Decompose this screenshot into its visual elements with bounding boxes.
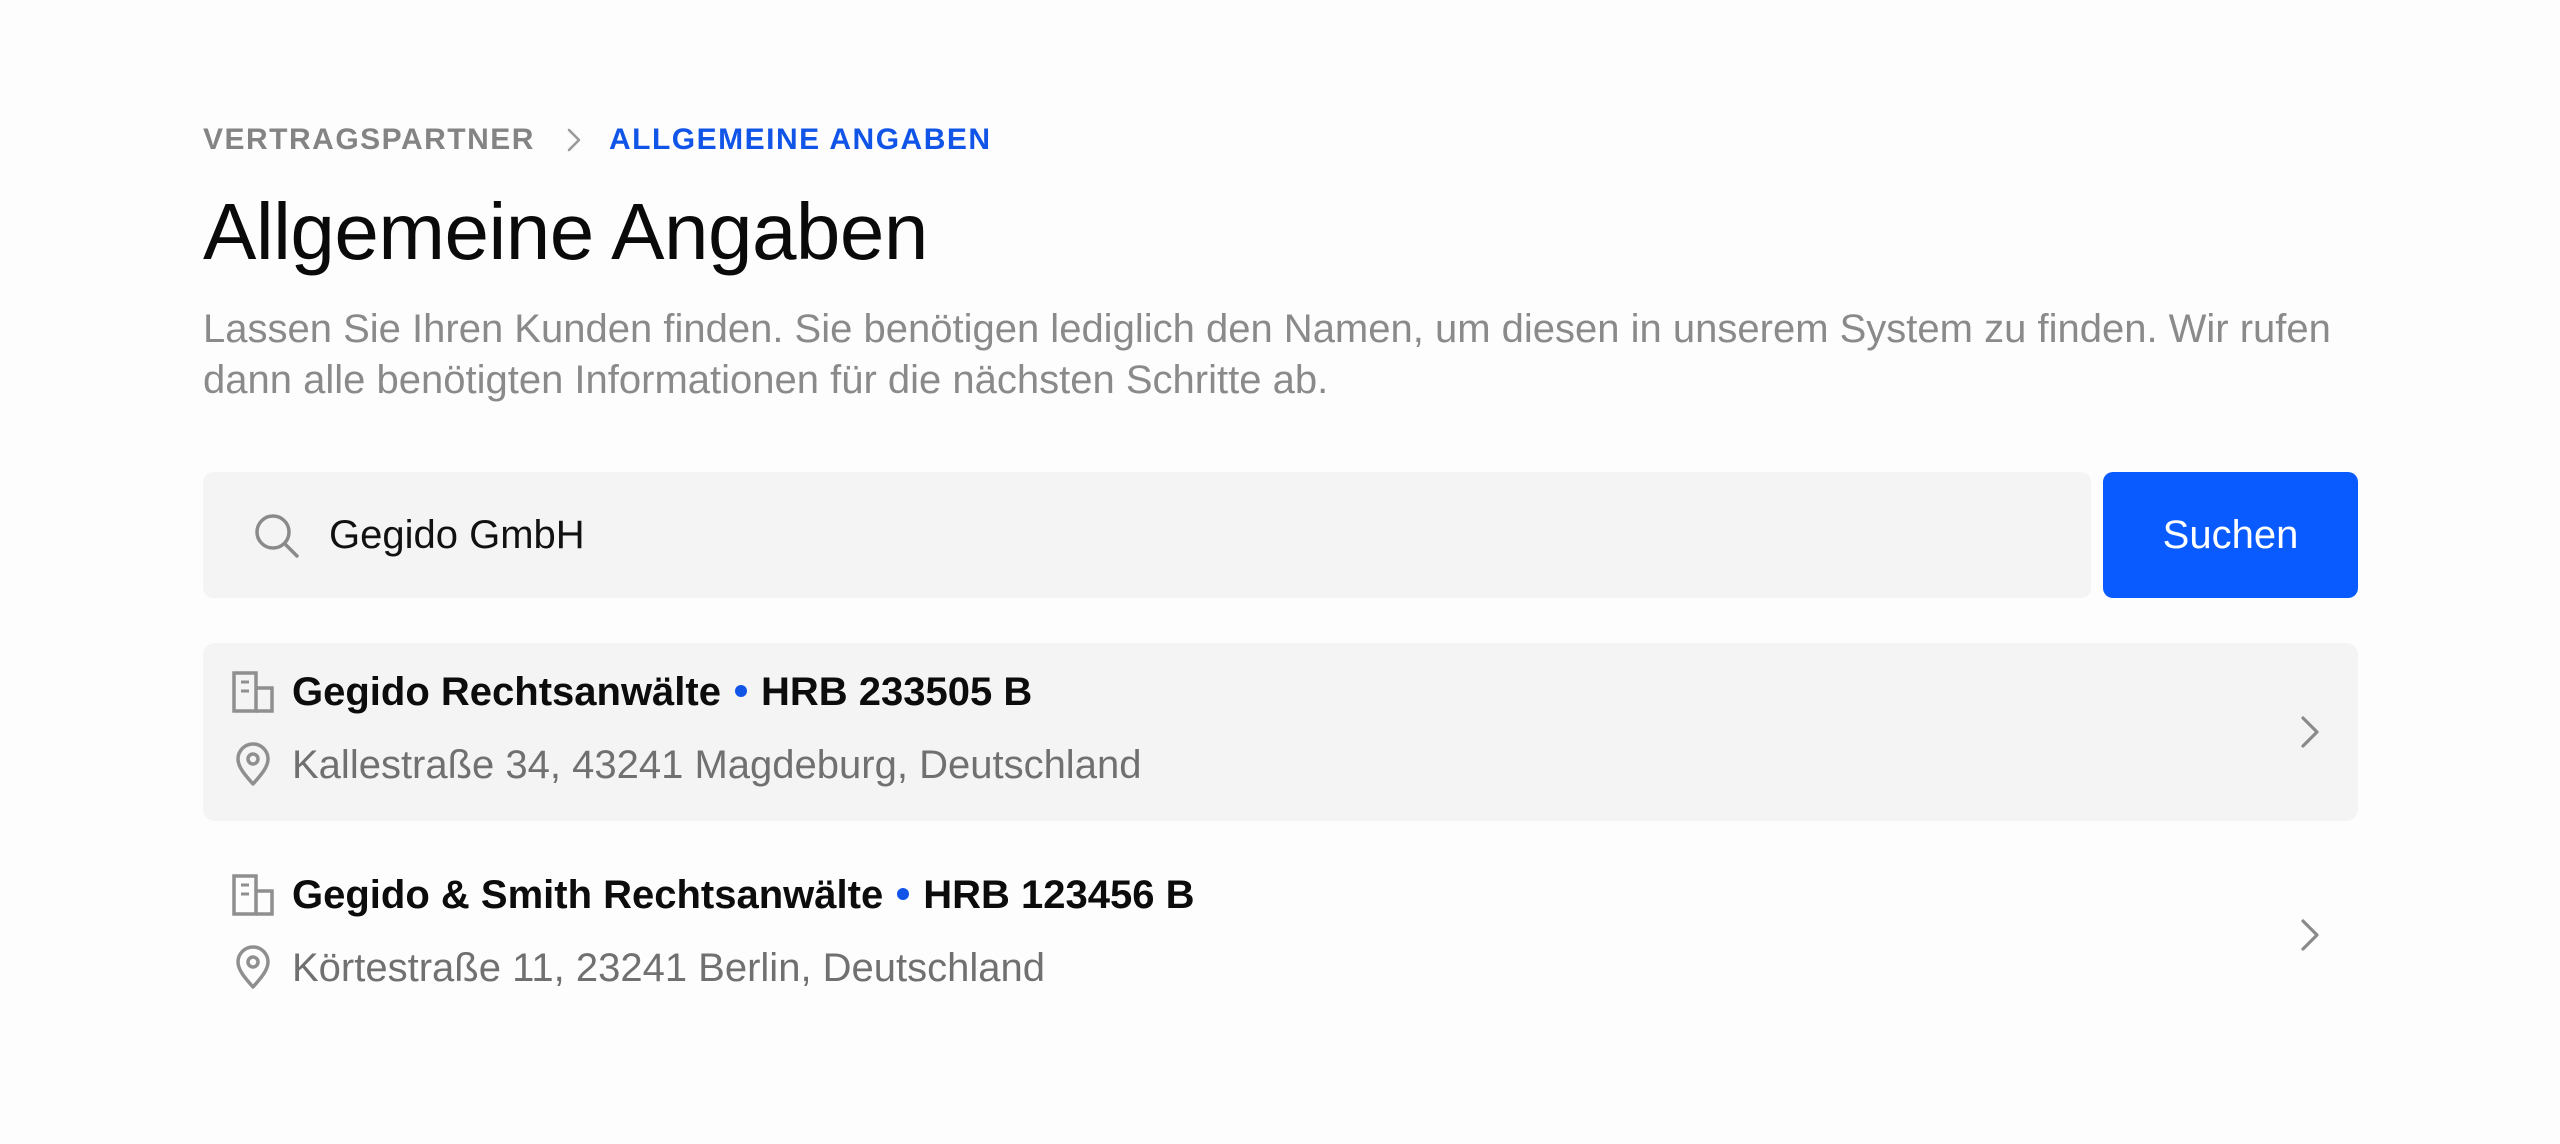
page-description: Lassen Sie Ihren Kunden finden. Sie benö… [203, 307, 2331, 402]
result-address: Körtestraße 11, 23241 Berlin, Deutschlan… [292, 946, 1046, 990]
breadcrumb: VERTRAGSPARTNER ALLGEMEINE ANGABEN [203, 118, 2358, 162]
chevron-right-icon [2290, 712, 2330, 752]
results-list: Gegido Rechtsanwälte HRB 233505 B Kallest… [203, 643, 2358, 1024]
result-address: Kallestraße 34, 43241 Magdeburg, Deutsch… [292, 743, 1142, 787]
register-number: HRB 123456 B [923, 873, 1195, 917]
search-row: Suchen [203, 472, 2358, 598]
breadcrumb-item-current: ALLGEMEINE ANGABEN [608, 123, 992, 156]
result-title: Gegido & Smith Rechtsanwälte HRB 123456 B [292, 870, 1194, 920]
separator-dot [897, 888, 910, 901]
list-item[interactable]: Gegido Rechtsanwälte HRB 233505 B Kallest… [203, 643, 2358, 821]
breadcrumb-separator-icon [559, 125, 589, 155]
search-field[interactable] [203, 472, 2091, 598]
breadcrumb-item-vertragspartner[interactable]: VERTRAGSPARTNER [203, 123, 535, 157]
chevron-right-icon [2290, 915, 2330, 955]
page-title: Allgemeine Angaben [203, 187, 928, 276]
content-container: VERTRAGSPARTNER ALLGEMEINE ANGABEN Allge… [203, 118, 2358, 990]
result-title: Gegido Rechtsanwälte HRB 233505 B [292, 667, 1032, 717]
list-item[interactable]: Gegido & Smith Rechtsanwälte HRB 123456 B… [203, 846, 2358, 1024]
company-name: Gegido Rechtsanwälte [292, 670, 721, 714]
page: VERTRAGSPARTNER ALLGEMEINE ANGABEN Allge… [0, 0, 2560, 1144]
search-icon [253, 512, 301, 560]
register-number: HRB 233505 B [760, 670, 1033, 714]
search-button[interactable]: Suchen [2103, 472, 2358, 598]
building-icon [231, 670, 275, 714]
company-name: Gegido & Smith Rechtsanwälte [292, 873, 884, 917]
building-icon [231, 873, 275, 917]
search-input[interactable] [329, 502, 2029, 568]
separator-dot [734, 685, 747, 698]
map-pin-icon [231, 944, 275, 990]
map-pin-icon [231, 741, 275, 787]
